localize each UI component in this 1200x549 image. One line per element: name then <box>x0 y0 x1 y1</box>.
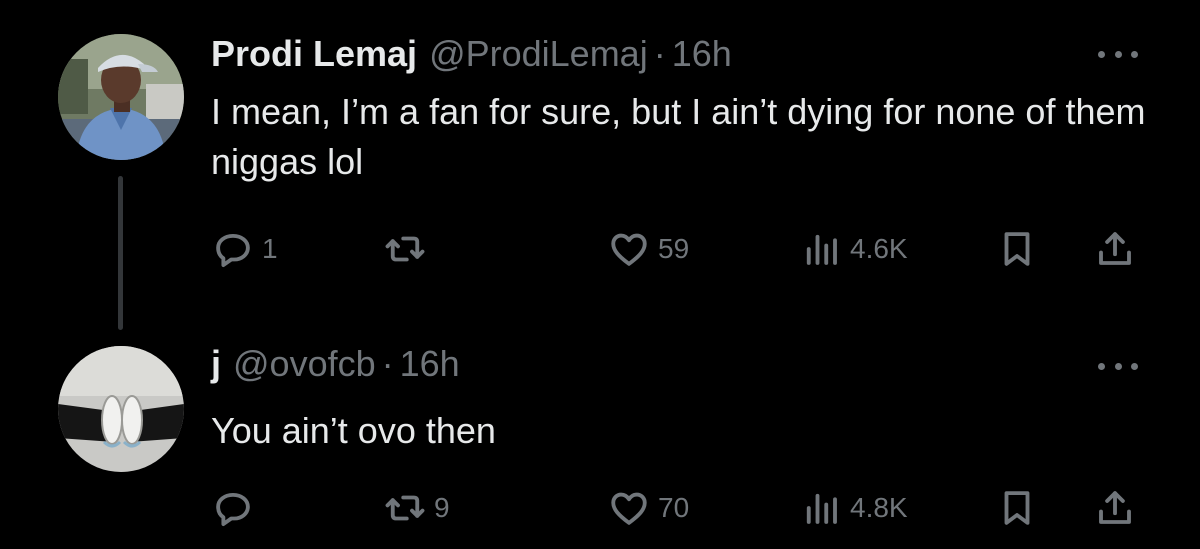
retweet-button[interactable] <box>384 224 434 274</box>
like-count: 59 <box>658 233 690 264</box>
views-icon <box>806 493 837 524</box>
bookmark-button[interactable] <box>996 483 1038 533</box>
views-button[interactable]: 4.8K <box>800 483 908 533</box>
reply-icon <box>216 492 250 527</box>
separator-dot: · <box>381 343 394 384</box>
reply-icon <box>216 233 250 268</box>
retweet-icon <box>385 236 425 262</box>
like-button[interactable]: 70 <box>608 483 689 533</box>
tweet-header: j @ovofcb · 16h <box>211 342 460 386</box>
reply-button[interactable]: 1 <box>212 224 278 274</box>
tweet[interactable]: j @ovofcb · 16h You ain’t ovo then 9 70 … <box>0 320 1200 549</box>
like-icon <box>611 233 647 266</box>
tweet-text: I mean, I’m a fan for sure, but I ain’t … <box>211 91 1146 182</box>
tweet-header: Prodi Lemaj @ProdiLemaj · 16h <box>211 32 732 76</box>
timestamp[interactable]: 16h <box>400 342 460 386</box>
reply-count: 1 <box>262 233 278 264</box>
more-icon[interactable] <box>1098 358 1138 374</box>
like-button[interactable]: 59 <box>608 224 689 274</box>
views-count: 4.6K <box>850 233 908 264</box>
display-name[interactable]: j <box>211 342 221 386</box>
avatar[interactable] <box>58 34 184 160</box>
retweet-count: 9 <box>434 492 450 523</box>
avatar-photo <box>58 346 184 472</box>
separator-dot: · <box>653 33 666 74</box>
share-button[interactable] <box>1094 483 1136 533</box>
share-icon <box>1099 232 1131 265</box>
retweet-icon <box>385 495 425 521</box>
bookmark-icon <box>1004 232 1030 266</box>
reply-button[interactable] <box>212 483 262 533</box>
views-count: 4.8K <box>850 492 908 523</box>
handle[interactable]: @ProdiLemaj <box>429 32 648 76</box>
action-bar: 9 70 4.8K <box>0 483 1200 533</box>
views-icon <box>806 234 837 265</box>
display-name[interactable]: Prodi Lemaj <box>211 32 417 76</box>
share-icon <box>1099 491 1131 524</box>
action-bar: 1 59 4.6K <box>0 224 1200 274</box>
views-button[interactable]: 4.6K <box>800 224 908 274</box>
avatar[interactable] <box>58 346 184 472</box>
share-button[interactable] <box>1094 224 1136 274</box>
bookmark-button[interactable] <box>996 224 1038 274</box>
tweet-text: You ain’t ovo then <box>211 410 496 451</box>
handle[interactable]: @ovofcb <box>233 342 376 386</box>
retweet-button[interactable]: 9 <box>384 483 450 533</box>
bookmark-icon <box>1004 491 1030 525</box>
like-icon <box>611 492 647 525</box>
more-icon[interactable] <box>1098 46 1138 62</box>
avatar-photo <box>58 34 184 160</box>
tweet[interactable]: Prodi Lemaj @ProdiLemaj · 16h I mean, I’… <box>0 0 1200 330</box>
like-count: 70 <box>658 492 690 523</box>
timestamp[interactable]: 16h <box>672 32 732 76</box>
